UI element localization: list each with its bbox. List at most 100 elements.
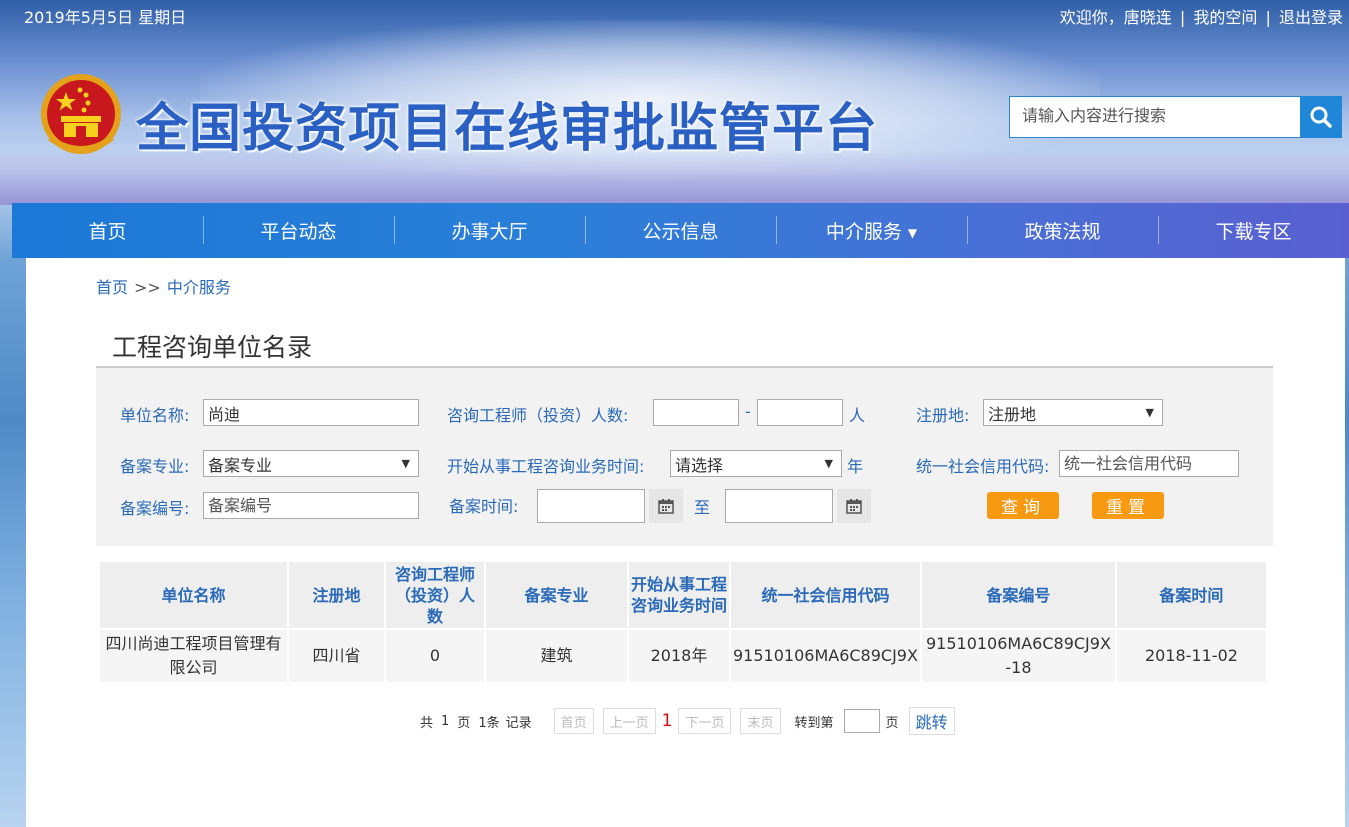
col-credit-code: 统一社会信用代码 bbox=[731, 562, 920, 628]
nav-item-public-info[interactable]: 公示信息 bbox=[585, 203, 776, 258]
cell-region: 四川省 bbox=[289, 630, 384, 682]
cell-credit-code: 91510106MA6C89CJ9X bbox=[731, 630, 920, 682]
engineer-count-label: 咨询工程师（投资）人数: bbox=[447, 406, 629, 425]
next-page-button[interactable]: 下一页 bbox=[678, 708, 732, 734]
start-time-label: 开始从事工程咨询业务时间: bbox=[447, 457, 645, 476]
prev-page-button[interactable]: 上一页 bbox=[602, 708, 656, 734]
caret-down-icon: ▼ bbox=[907, 225, 918, 240]
to-label: 至 bbox=[694, 498, 711, 517]
start-time-select-value: 请选择 bbox=[675, 455, 724, 475]
national-emblem-icon bbox=[41, 74, 121, 154]
main-nav: 首页 平台动态 办事大厅 公示信息 中介服务 ▼ 政策法规 下载专区 bbox=[12, 203, 1349, 258]
link-separator: | bbox=[1179, 8, 1186, 27]
nav-label: 办事大厅 bbox=[451, 221, 528, 243]
breadcrumb-separator: >> bbox=[134, 278, 161, 297]
calendar-icon bbox=[658, 499, 674, 514]
table-row[interactable]: 四川尚迪工程项目管理有限公司 四川省 0 建筑 2018年 91510106MA… bbox=[100, 630, 1266, 682]
nav-label: 政策法规 bbox=[1024, 221, 1101, 243]
engineer-count-min-input[interactable] bbox=[653, 399, 739, 426]
col-record-no: 备案编号 bbox=[921, 562, 1115, 628]
nav-item-downloads[interactable]: 下载专区 bbox=[1158, 203, 1349, 258]
col-start-time: 开始从事工程咨询业务时间 bbox=[629, 562, 729, 628]
link-separator: | bbox=[1265, 8, 1271, 27]
col-region: 注册地 bbox=[289, 562, 384, 628]
first-page-button[interactable]: 首页 bbox=[553, 708, 594, 734]
cell-start-time: 2018年 bbox=[629, 630, 729, 682]
dropdown-arrow-icon: ▼ bbox=[401, 457, 410, 470]
breadcrumb-home[interactable]: 首页 bbox=[96, 278, 128, 297]
nav-item-home[interactable]: 首页 bbox=[12, 203, 203, 258]
goto-button[interactable]: 跳转 bbox=[908, 707, 955, 735]
credit-code-input[interactable] bbox=[1059, 450, 1239, 477]
goto-prefix: 转到第 bbox=[794, 715, 834, 731]
dropdown-arrow-icon: ▼ bbox=[1145, 406, 1154, 419]
pagination: 共 1 页 1条 记录 首页 上一页 1 下一页 末页 转到第 页 跳转 bbox=[420, 707, 955, 735]
goto-suffix: 页 bbox=[885, 715, 899, 731]
goto-page-input[interactable] bbox=[843, 709, 880, 733]
calendar-start-button[interactable] bbox=[649, 489, 683, 523]
engineer-count-max-input[interactable] bbox=[757, 399, 843, 426]
current-date: 2019年5月5日 星期日 bbox=[24, 8, 187, 27]
nav-label: 中介服务 bbox=[825, 221, 902, 243]
credit-code-label: 统一社会信用代码: bbox=[916, 457, 1050, 476]
nav-item-intermediary-service[interactable]: 中介服务 ▼ bbox=[776, 203, 967, 258]
dropdown-arrow-icon: ▼ bbox=[824, 457, 833, 470]
nav-label: 平台动态 bbox=[260, 221, 337, 243]
nav-label: 首页 bbox=[88, 221, 127, 243]
site-title: 全国投资项目在线审批监管平台 bbox=[136, 99, 879, 159]
pager-records-word: 记录 bbox=[505, 715, 532, 731]
record-no-label: 备案编号: bbox=[120, 499, 190, 518]
record-time-start-input[interactable] bbox=[537, 489, 645, 523]
region-select[interactable]: 注册地 ▼ bbox=[983, 399, 1163, 426]
unit-year: 年 bbox=[847, 457, 864, 476]
pager-page-word: 页 bbox=[457, 715, 471, 731]
query-button[interactable]: 查询 bbox=[987, 492, 1059, 519]
pager-total-records: 1条 bbox=[478, 715, 500, 731]
table-header-row: 单位名称 注册地 咨询工程师（投资）人数 备案专业 开始从事工程咨询业务时间 统… bbox=[100, 562, 1266, 628]
nav-item-service-hall[interactable]: 办事大厅 bbox=[394, 203, 585, 258]
pager-total-pages: 1 bbox=[441, 713, 450, 729]
nav-label: 公示信息 bbox=[642, 221, 719, 243]
col-unit-name: 单位名称 bbox=[100, 562, 287, 628]
nav-label: 下载专区 bbox=[1215, 221, 1292, 243]
welcome-text: 欢迎你，唐晓连 bbox=[1059, 8, 1172, 27]
col-record-time: 备案时间 bbox=[1116, 562, 1266, 628]
nav-item-policy[interactable]: 政策法规 bbox=[967, 203, 1158, 258]
header: 2019年5月5日 星期日 欢迎你，唐晓连 | 我的空间 | 退出登录 全国投资… bbox=[0, 0, 1349, 205]
results-table: 单位名称 注册地 咨询工程师（投资）人数 备案专业 开始从事工程咨询业务时间 统… bbox=[98, 560, 1268, 684]
specialty-label: 备案专业: bbox=[120, 457, 190, 476]
page-title: 工程咨询单位名录 bbox=[112, 333, 313, 362]
unit-name-input[interactable] bbox=[203, 399, 419, 426]
my-space-link[interactable]: 我的空间 bbox=[1193, 8, 1257, 27]
specialty-select[interactable]: 备案专业 ▼ bbox=[203, 450, 419, 477]
unit-person: 人 bbox=[849, 406, 866, 425]
search-icon bbox=[1310, 106, 1332, 128]
unit-name-label: 单位名称: bbox=[120, 406, 190, 425]
cell-record-no: 91510106MA6C89CJ9X-18 bbox=[921, 630, 1115, 682]
last-page-button[interactable]: 末页 bbox=[740, 708, 781, 734]
pager-total-prefix: 共 bbox=[420, 715, 434, 731]
cell-engineer-count: 0 bbox=[386, 630, 484, 682]
search-input[interactable] bbox=[1009, 96, 1301, 138]
record-time-end-input[interactable] bbox=[725, 489, 833, 523]
specialty-select-value: 备案专业 bbox=[208, 455, 273, 475]
nav-item-platform-news[interactable]: 平台动态 bbox=[203, 203, 394, 258]
region-select-value: 注册地 bbox=[988, 404, 1037, 424]
current-page: 1 bbox=[661, 711, 673, 731]
record-time-label: 备案时间: bbox=[449, 497, 519, 516]
breadcrumb-current[interactable]: 中介服务 bbox=[167, 278, 231, 297]
cell-record-time: 2018-11-02 bbox=[1116, 630, 1266, 682]
record-no-input[interactable] bbox=[203, 492, 419, 519]
content-panel: 首页 >> 中介服务 工程咨询单位名录 单位名称: 咨询工程师（投资）人数: - 人… bbox=[26, 258, 1345, 827]
reset-button[interactable]: 重置 bbox=[1092, 492, 1164, 519]
search-button[interactable] bbox=[1300, 96, 1342, 138]
col-engineer-count: 咨询工程师（投资）人数 bbox=[386, 562, 484, 628]
cell-unit-name: 四川尚迪工程项目管理有限公司 bbox=[100, 630, 287, 682]
logout-link[interactable]: 退出登录 bbox=[1279, 8, 1343, 27]
calendar-end-button[interactable] bbox=[837, 489, 871, 523]
start-time-select[interactable]: 请选择 ▼ bbox=[670, 450, 842, 477]
user-links: 欢迎你，唐晓连 | 我的空间 | 退出登录 bbox=[1060, 4, 1343, 28]
range-dash: - bbox=[745, 402, 751, 421]
cell-specialty: 建筑 bbox=[486, 630, 627, 682]
calendar-icon bbox=[846, 499, 862, 514]
